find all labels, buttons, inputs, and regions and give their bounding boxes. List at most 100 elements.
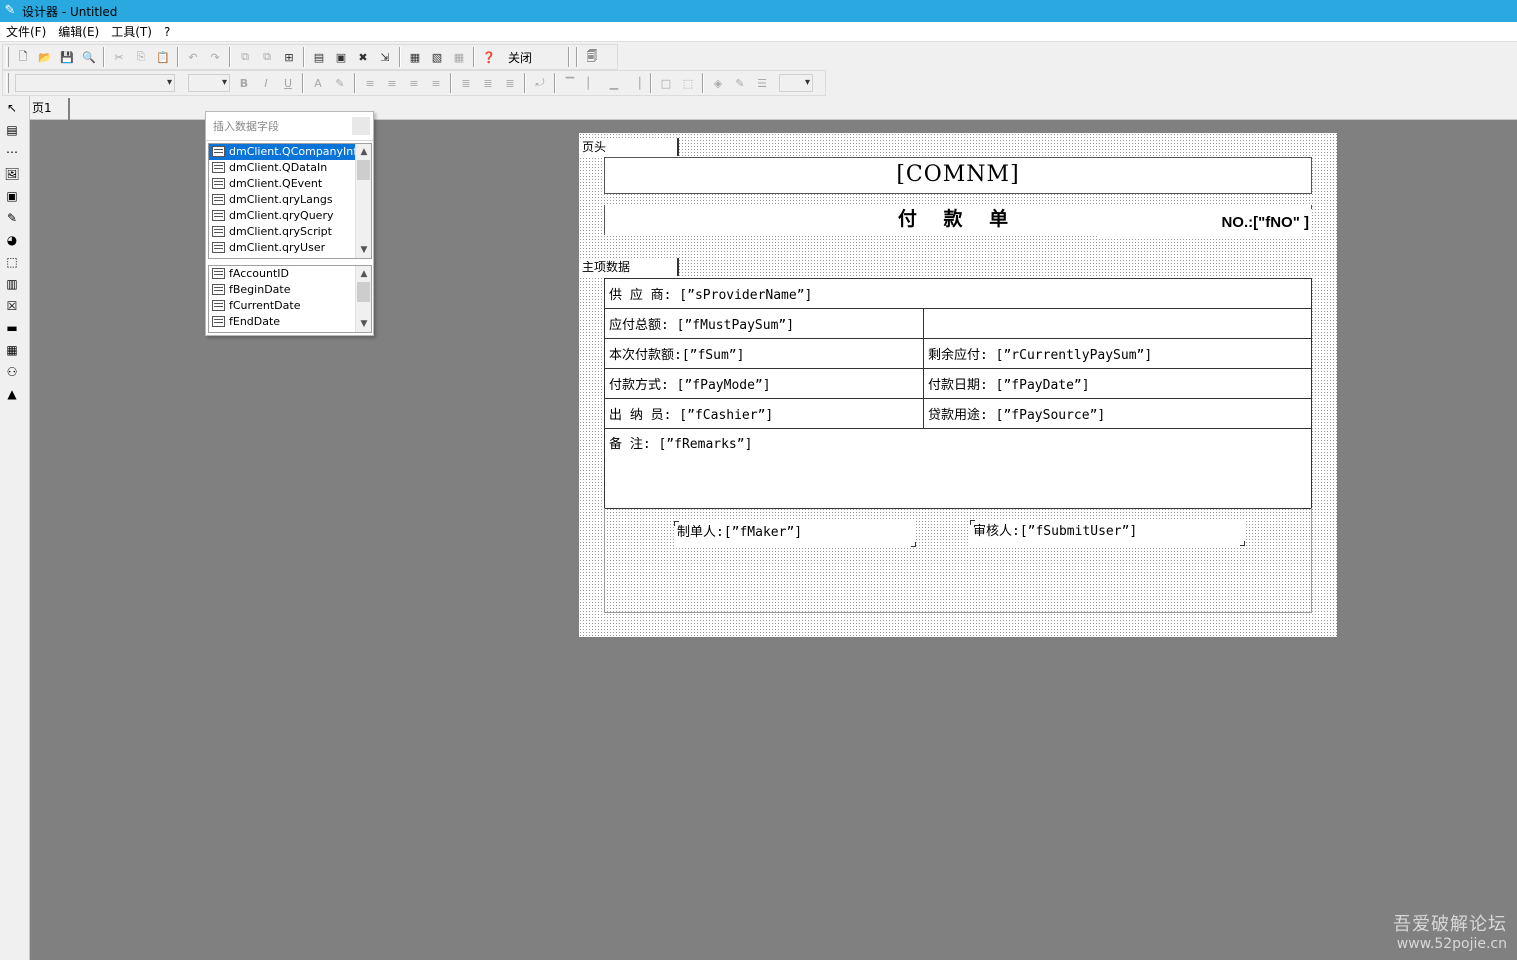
menu-edit[interactable]: 编辑(E) [52, 22, 105, 42]
rich-text-object-icon[interactable]: ▬ [1, 318, 23, 338]
list-item[interactable]: dmClient.qryScript [209, 224, 371, 240]
menu-file[interactable]: 文件(F) [0, 22, 52, 42]
field-list[interactable]: fAccountID fBeginDate fCurrentDate fEndD… [208, 265, 372, 333]
text-object-icon[interactable]: ⋯ [1, 142, 23, 162]
list-item[interactable]: dmClient.qryUser [209, 240, 371, 256]
frame-top-icon[interactable]: ▔ [559, 72, 581, 94]
pay-date-cell[interactable]: 付款日期: [”fPayDate”] [923, 368, 1312, 399]
empty-cell[interactable] [923, 308, 1312, 339]
add-page-icon[interactable]: ▤ [308, 46, 330, 68]
shape-object-icon[interactable]: ⬚ [1, 252, 23, 272]
frame-all-icon[interactable]: □ [655, 72, 677, 94]
cut-icon[interactable]: ✂ [108, 46, 130, 68]
supplier-cell[interactable]: 供 应 商: [”sProviderName”] [604, 278, 1312, 309]
show-grid-icon[interactable]: ▦ [404, 46, 426, 68]
help-icon[interactable]: ❓ [478, 46, 500, 68]
page-settings-icon[interactable]: ⇲ [374, 46, 396, 68]
fit-grid-icon[interactable]: ▦ [448, 46, 470, 68]
crosstab-object-icon[interactable]: ⚇ [1, 362, 23, 382]
pointer-icon[interactable]: ↖ [1, 98, 23, 118]
picture-object-icon[interactable]: 🖼 [1, 164, 23, 184]
field-scrollbar[interactable]: ▲ ▼ [355, 266, 371, 332]
must-pay-cell[interactable]: 应付总额: [”fMustPaySum”] [604, 308, 924, 339]
font-color-icon[interactable]: A [307, 72, 329, 94]
shapes-tool-icon[interactable]: ▲ [1, 384, 23, 404]
this-pay-cell[interactable]: 本次付款额:[”fSum”] [604, 338, 924, 369]
close-button[interactable]: 关闭 [500, 49, 540, 66]
valign-bottom-icon[interactable]: ≣ [499, 72, 521, 94]
dataset-list[interactable]: dmClient.QCompanyInfo dmClient.QDataIn d… [208, 143, 372, 259]
auditor-field[interactable]: 审核人:[”fSubmitUser”] [970, 520, 1245, 546]
frame-color-icon[interactable]: ✎ [729, 72, 751, 94]
tab-page1[interactable]: 页1 [30, 98, 70, 120]
line-tool-icon[interactable]: ✎ [1, 208, 23, 228]
bring-front-icon[interactable]: ⧉ [234, 46, 256, 68]
add-dialog-icon[interactable]: ▣ [330, 46, 352, 68]
paste-icon[interactable]: 📋 [152, 46, 174, 68]
checkbox-object-icon[interactable]: ☒ [1, 296, 23, 316]
company-name-field[interactable]: [COMNM] [604, 157, 1312, 194]
open-folder-icon[interactable]: 📂 [34, 46, 56, 68]
barcode-object-icon[interactable]: ▥ [1, 274, 23, 294]
frame-left-icon[interactable]: ▏ [581, 72, 603, 94]
list-item[interactable]: dmClient.QCompanyInfo [209, 144, 371, 160]
remaining-cell[interactable]: 剩余应付: [”rCurrentlyPaySum”] [923, 338, 1312, 369]
copy-icon[interactable]: ⎘ [130, 46, 152, 68]
pay-source-cell[interactable]: 贷款用途: [”fPaySource”] [923, 398, 1312, 429]
band-label-master-data[interactable]: 主项数据 [579, 258, 679, 276]
list-item[interactable]: fAccountID [209, 266, 371, 282]
rotate-text-icon[interactable]: ⤾ [529, 72, 551, 94]
band-label-header[interactable]: 页头 [579, 138, 679, 156]
scroll-down-icon[interactable]: ▼ [356, 242, 371, 258]
align-grid-icon[interactable]: ▧ [426, 46, 448, 68]
align-center-icon[interactable]: ≡ [381, 72, 403, 94]
ole-object-icon[interactable]: ▦ [1, 340, 23, 360]
list-item[interactable]: dmClient.QDataIn [209, 160, 371, 176]
frame-none-icon[interactable]: ⬚ [677, 72, 699, 94]
frame-width-select[interactable] [779, 74, 813, 92]
frame-style-icon[interactable]: ☰ [751, 72, 773, 94]
list-item[interactable]: fEndDate [209, 314, 371, 330]
cashier-cell[interactable]: 出 纳 员: [”fCashier”] [604, 398, 924, 429]
list-item[interactable]: dmClient.qryLangs [209, 192, 371, 208]
frame-right-icon[interactable]: ▕ [625, 72, 647, 94]
align-right-icon[interactable]: ≡ [403, 72, 425, 94]
align-left-icon[interactable]: ≡ [359, 72, 381, 94]
new-file-icon[interactable]: 🗋 [12, 46, 34, 68]
italic-icon[interactable]: I [255, 72, 277, 94]
dataset-scrollbar[interactable]: ▲ ▼ [355, 144, 371, 258]
document-number-field[interactable]: NO.:["fNO" ] [1099, 209, 1312, 237]
pay-mode-cell[interactable]: 付款方式: [”fPayMode”] [604, 368, 924, 399]
list-item[interactable]: fCurrentDate [209, 298, 371, 314]
font-name-select[interactable] [15, 74, 175, 92]
menu-help[interactable]: ? [158, 22, 176, 42]
valign-middle-icon[interactable]: ≣ [477, 72, 499, 94]
popup-close-button[interactable] [352, 117, 370, 135]
print-preview-icon[interactable]: 🔍 [78, 46, 100, 68]
remarks-cell[interactable]: 备 注: [”fRemarks”] [604, 428, 1312, 509]
scroll-up-icon[interactable]: ▲ [356, 144, 371, 160]
align-justify-icon[interactable]: ≡ [425, 72, 447, 94]
scroll-down-icon[interactable]: ▼ [356, 316, 371, 332]
band-icon[interactable]: ▤ [1, 120, 23, 140]
font-size-select[interactable] [188, 74, 230, 92]
menu-tools[interactable]: 工具(T) [105, 22, 158, 42]
bold-icon[interactable]: B [233, 72, 255, 94]
fill-color-icon[interactable]: ◈ [707, 72, 729, 94]
list-item[interactable]: dmClient.QEvent [209, 176, 371, 192]
highlight-icon[interactable]: ✎ [329, 72, 351, 94]
chart-object-icon[interactable]: ◕ [1, 230, 23, 250]
valign-top-icon[interactable]: ≣ [455, 72, 477, 94]
underline-icon[interactable]: U [277, 72, 299, 94]
delete-page-icon[interactable]: ✖ [352, 46, 374, 68]
list-item[interactable]: dmClient.qryQuery [209, 208, 371, 224]
list-item[interactable]: fBeginDate [209, 282, 371, 298]
data-dictionary-icon[interactable]: 🗐 [581, 46, 603, 68]
frame-bottom-icon[interactable]: ▁ [603, 72, 625, 94]
save-icon[interactable]: 💾 [56, 46, 78, 68]
maker-field[interactable]: 制单人:[”fMaker”] [674, 521, 916, 547]
undo-icon[interactable]: ↶ [182, 46, 204, 68]
send-back-icon[interactable]: ⧉ [256, 46, 278, 68]
subreport-icon[interactable]: ▣ [1, 186, 23, 206]
group-icon[interactable]: ⊞ [278, 46, 300, 68]
